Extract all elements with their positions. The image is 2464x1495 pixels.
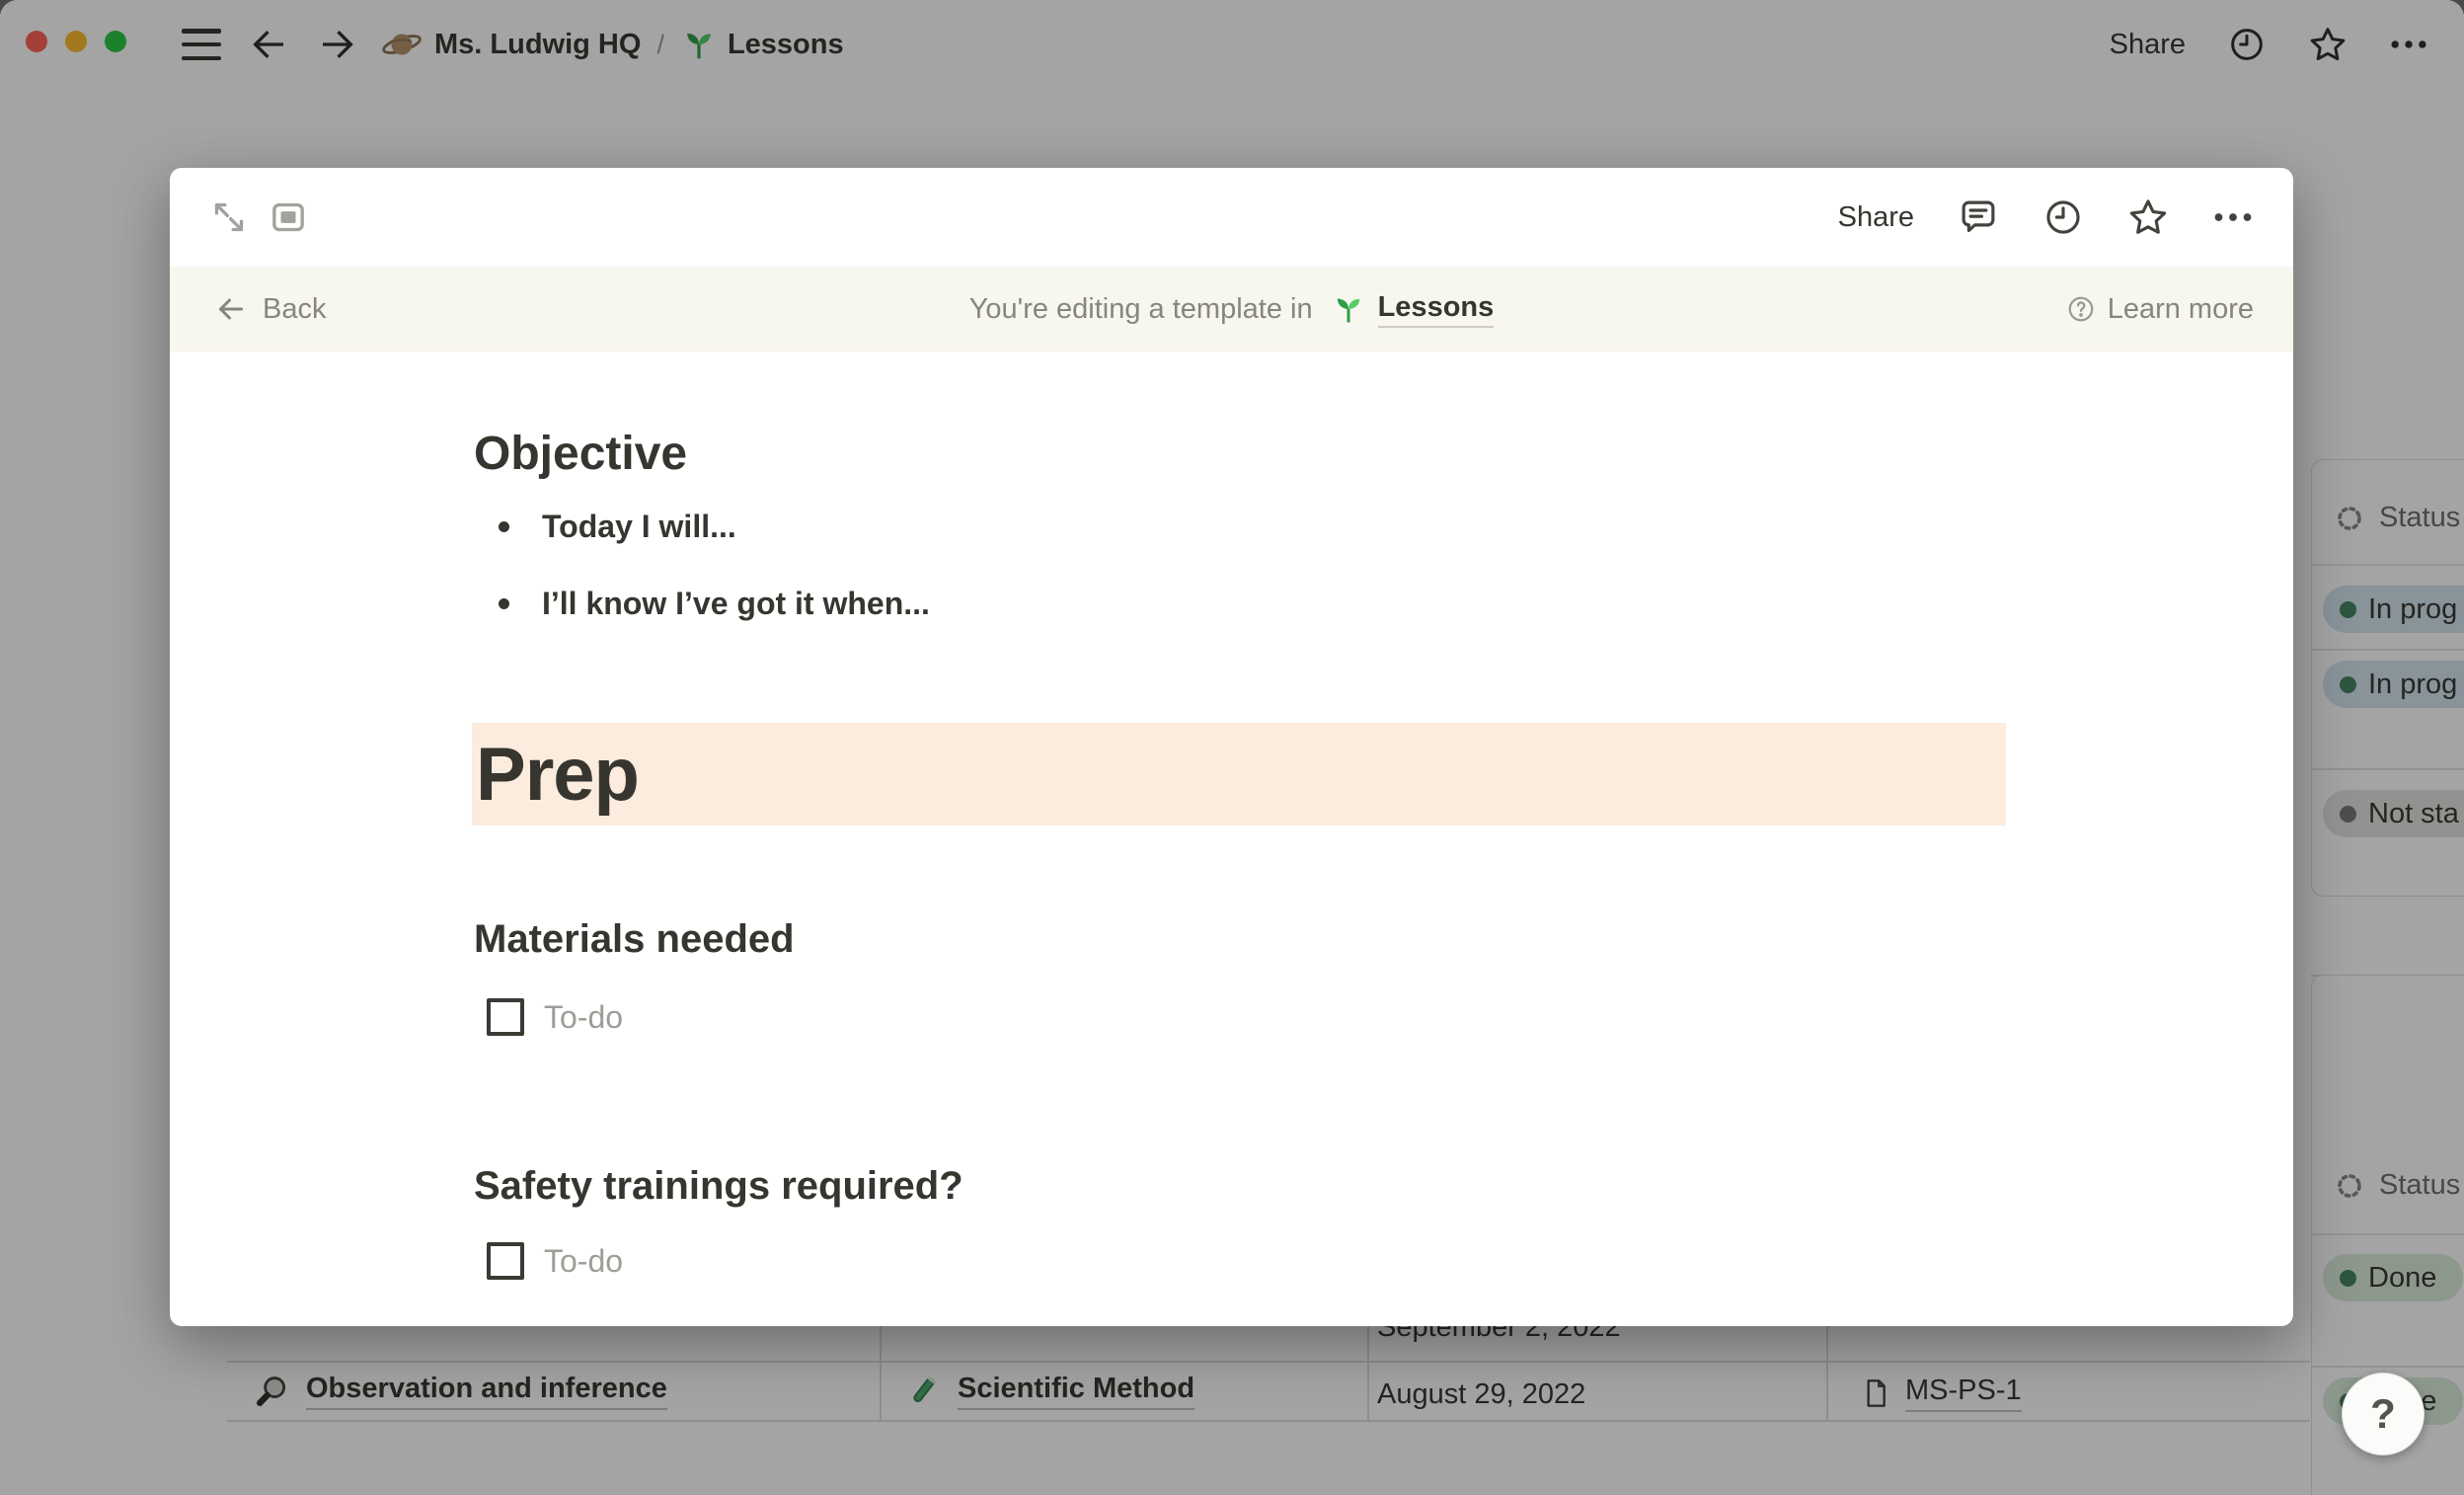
materials-heading[interactable]: Materials needed bbox=[474, 915, 795, 963]
todo-item: To-do bbox=[474, 993, 623, 1041]
comments-button[interactable] bbox=[1958, 197, 1999, 238]
page-history-button[interactable] bbox=[2042, 197, 2084, 238]
checkbox[interactable] bbox=[487, 1242, 524, 1280]
template-content: Objective Today I will... I’ll know I’ve… bbox=[474, 352, 2006, 1326]
modal-header: Share bbox=[170, 168, 2293, 267]
modal-header-left bbox=[207, 196, 310, 239]
expand-icon bbox=[209, 197, 249, 237]
seedling-icon bbox=[1331, 291, 1366, 327]
learn-more-button[interactable]: Learn more bbox=[2066, 293, 2254, 326]
bullet-text: Today I will... bbox=[542, 509, 736, 545]
question-circle-icon bbox=[2066, 294, 2096, 324]
todo-placeholder[interactable]: To-do bbox=[544, 1243, 623, 1280]
todo-placeholder[interactable]: To-do bbox=[544, 999, 623, 1036]
bullet-icon bbox=[499, 598, 509, 609]
banner-target-page-link[interactable]: Lessons bbox=[1378, 291, 1495, 328]
star-icon bbox=[2127, 197, 2169, 238]
clock-icon bbox=[2042, 197, 2084, 238]
bullet-icon bbox=[499, 521, 509, 532]
learn-more-label: Learn more bbox=[2108, 293, 2254, 326]
template-editor-modal: Share bbox=[170, 168, 2293, 1326]
bullet-text: I’ll know I’ve got it when... bbox=[542, 586, 930, 622]
favorite-star-button[interactable] bbox=[2127, 197, 2169, 238]
banner-message: You're editing a template in Lessons bbox=[170, 291, 2293, 328]
modal-header-actions: Share bbox=[1838, 196, 2254, 239]
open-as-page-button[interactable] bbox=[267, 196, 310, 239]
expand-page-button[interactable] bbox=[207, 196, 251, 239]
objective-heading[interactable]: Objective bbox=[474, 427, 687, 482]
prep-heading-block[interactable]: Prep bbox=[472, 723, 2006, 826]
safety-heading[interactable]: Safety trainings required? bbox=[474, 1162, 963, 1210]
ellipsis-icon bbox=[2212, 197, 2254, 238]
banner-message-text: You're editing a template in bbox=[969, 293, 1313, 326]
prep-heading: Prep bbox=[472, 732, 639, 818]
template-editing-banner: Back You're editing a template in Lesson… bbox=[170, 267, 2293, 352]
todo-item: To-do bbox=[474, 1237, 623, 1285]
notion-window: Ms. Ludwig HQ / Lessons Share bbox=[0, 0, 2464, 1495]
checkbox[interactable] bbox=[487, 998, 524, 1036]
screen: Ms. Ludwig HQ / Lessons Share bbox=[0, 0, 2464, 1495]
comment-icon bbox=[1958, 197, 1999, 238]
help-button[interactable]: ? bbox=[2342, 1373, 2425, 1456]
bullet-item[interactable]: Today I will... bbox=[474, 505, 736, 548]
modal-more-options-button[interactable] bbox=[2212, 197, 2254, 238]
open-as-page-icon bbox=[269, 197, 308, 237]
bullet-item[interactable]: I’ll know I’ve got it when... bbox=[474, 582, 930, 625]
modal-share-button[interactable]: Share bbox=[1838, 201, 1914, 234]
